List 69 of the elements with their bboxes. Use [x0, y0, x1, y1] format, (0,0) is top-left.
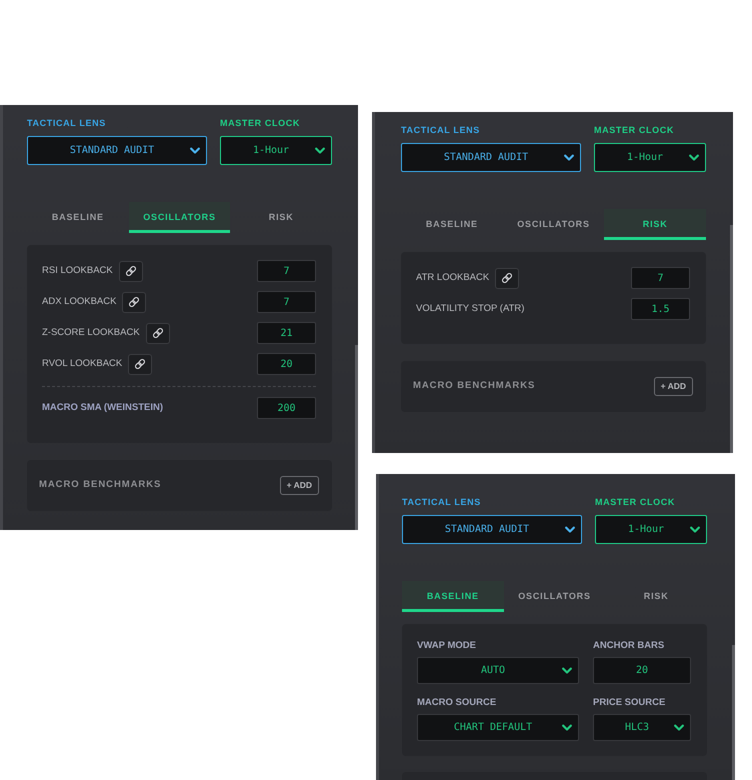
section-title: MACRO BENCHMARKS: [39, 478, 162, 492]
setting-label: MACRO SMA (WEINSTEIN): [42, 400, 164, 415]
clock-dropdown[interactable]: 1-Hour: [595, 515, 707, 544]
scrollbar-thumb[interactable]: [355, 345, 358, 530]
tab[interactable]: BASELINE: [401, 209, 503, 240]
section-title: MACRO BENCHMARKS: [413, 379, 536, 394]
chevron-icon: [565, 526, 575, 533]
setting-label: RSI LOOKBACK: [42, 264, 113, 278]
field-label: ANCHOR BARS: [593, 640, 666, 651]
setting-label: VOLATILITY STOP (ATR): [416, 302, 524, 316]
select-dropdown[interactable]: CHART DEFAULT: [417, 714, 579, 741]
tab[interactable]: RISK: [605, 581, 707, 612]
field-label: PRICE SOURCE: [593, 697, 666, 708]
clock-label: MASTER CLOCK: [220, 118, 302, 129]
lens-label: TACTICAL LENS: [402, 497, 482, 508]
scrollbar-thumb[interactable]: [732, 645, 735, 780]
tab[interactable]: BASELINE: [402, 581, 504, 612]
add-button[interactable]: + ADD: [280, 476, 319, 495]
clock-dropdown[interactable]: 1-Hour: [594, 143, 706, 172]
chevron-icon: [689, 154, 699, 161]
link-button[interactable]: [128, 354, 152, 374]
tab[interactable]: OSCILLATORS: [504, 581, 606, 612]
lens-dropdown[interactable]: STANDARD AUDIT: [402, 515, 582, 544]
link-button[interactable]: [495, 268, 520, 288]
value-field[interactable]: 7: [631, 267, 690, 289]
setting-label: ADX LOOKBACK: [42, 294, 116, 309]
link-icon: [501, 272, 514, 284]
lens-dropdown[interactable]: STANDARD AUDIT: [27, 136, 207, 165]
value-field[interactable]: 7: [257, 291, 316, 313]
clock-dropdown[interactable]: 1-Hour: [220, 136, 332, 165]
lens-label: TACTICAL LENS: [27, 118, 107, 129]
setting-label: ATR LOOKBACK: [416, 270, 490, 285]
value-field[interactable]: 20: [257, 353, 316, 375]
link-icon: [134, 358, 146, 370]
select-dropdown[interactable]: AUTO: [417, 657, 579, 684]
clock-label: MASTER CLOCK: [594, 125, 676, 136]
chevron-icon: [690, 526, 700, 533]
value-field[interactable]: 200: [257, 397, 316, 419]
tab[interactable]: OSCILLATORS: [128, 202, 230, 233]
setting-label: Z-SCORE LOOKBACK: [42, 326, 140, 340]
add-button[interactable]: + ADD: [654, 377, 693, 396]
link-icon: [128, 296, 140, 308]
tab[interactable]: RISK: [604, 209, 706, 240]
value-field[interactable]: 20: [593, 657, 691, 684]
clock-label: MASTER CLOCK: [595, 497, 676, 508]
tab[interactable]: RISK: [230, 202, 332, 233]
lens-dropdown[interactable]: STANDARD AUDIT: [401, 143, 581, 172]
chevron-icon: [564, 154, 574, 161]
value-field[interactable]: 7: [257, 260, 316, 282]
link-button[interactable]: [122, 292, 146, 312]
value-field[interactable]: 1.5: [631, 298, 690, 320]
field-label: VWAP MODE: [417, 640, 477, 651]
link-icon: [124, 265, 137, 277]
link-icon: [152, 327, 164, 339]
tab[interactable]: BASELINE: [27, 202, 129, 233]
chevron-icon: [190, 147, 200, 154]
link-button[interactable]: [118, 260, 143, 282]
setting-label: RVOL LOOKBACK: [42, 356, 122, 371]
value-field[interactable]: 21: [257, 322, 316, 344]
link-button[interactable]: [146, 322, 170, 344]
chevron-icon: [562, 667, 572, 674]
select-dropdown[interactable]: HLC3: [593, 714, 691, 741]
chevron-icon: [674, 724, 684, 731]
tab[interactable]: OSCILLATORS: [502, 209, 604, 240]
field-label: MACRO SOURCE: [417, 697, 498, 708]
scrollbar-thumb[interactable]: [730, 225, 733, 453]
chevron-icon: [562, 724, 572, 731]
lens-label: TACTICAL LENS: [401, 125, 481, 136]
chevron-icon: [315, 147, 325, 154]
